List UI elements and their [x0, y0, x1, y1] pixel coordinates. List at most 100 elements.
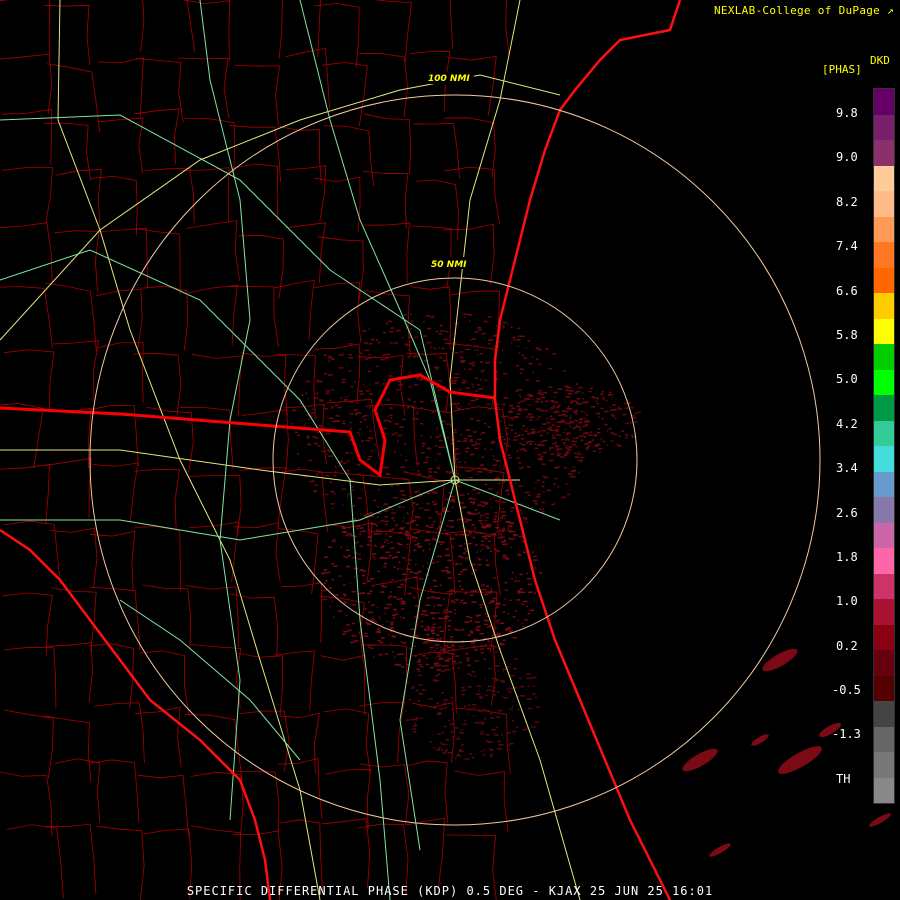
radar-return-cell: [411, 519, 416, 522]
radar-return-cell: [522, 604, 525, 606]
radar-return-cell: [357, 497, 362, 499]
radar-return-cell: [474, 721, 480, 724]
radar-return-cell: [565, 483, 568, 485]
radar-return-cell: [502, 321, 508, 324]
radar-return-cell: [527, 340, 531, 342]
radar-return-cell: [420, 717, 423, 719]
radar-return-cell: [368, 611, 373, 614]
radar-return-cell: [369, 512, 374, 514]
radar-return-cell: [445, 668, 451, 671]
radar-return-cell: [480, 606, 483, 608]
radar-return-cell: [546, 432, 549, 435]
radar-return-cell: [359, 533, 362, 536]
radar-return-cell: [387, 542, 389, 545]
radar-return-cell: [385, 473, 391, 476]
radar-return-cell: [306, 435, 310, 437]
radar-return-cell: [473, 345, 479, 348]
radar-return-cell: [402, 557, 406, 559]
radar-return-cell: [565, 396, 571, 398]
radar-return-cell: [415, 635, 419, 637]
radar-return-cell: [476, 438, 482, 441]
radar-return-cell: [399, 598, 403, 600]
radar-return-cell: [555, 410, 559, 413]
radar-return-cell: [382, 354, 386, 356]
radar-return-cell: [508, 630, 513, 632]
radar-return-cell: [418, 517, 421, 519]
radar-return-cell: [496, 460, 500, 462]
county-line: [98, 342, 144, 403]
radar-return-cell: [472, 385, 474, 388]
radar-return-cell: [446, 400, 448, 403]
radar-return-cell: [475, 398, 479, 400]
radar-return-cell: [606, 444, 608, 446]
radar-return-cell: [331, 507, 334, 509]
radar-return-cell: [566, 411, 569, 413]
radar-return-cell: [431, 524, 434, 526]
radar-return-cell: [465, 528, 468, 531]
legend-tick-label: 4.2: [836, 417, 858, 431]
legend-tick-label: 3.4: [836, 461, 858, 475]
radar-return-cell: [312, 408, 316, 411]
color-scale-segment: [874, 599, 894, 625]
radar-return-cell: [430, 629, 436, 631]
radar-return-cell: [518, 408, 523, 410]
radar-return-cell: [351, 635, 357, 637]
radar-return-cell: [494, 512, 498, 514]
radar-return-cell: [298, 467, 300, 469]
radar-return-cell: [531, 428, 536, 431]
radar-return-cell: [519, 573, 523, 576]
county-line: [358, 354, 406, 416]
radar-return-cell: [540, 456, 544, 458]
radar-return-cell: [376, 606, 379, 609]
radar-return-cell: [320, 572, 326, 574]
radar-return-cell: [430, 630, 434, 633]
radar-return-cell: [359, 390, 364, 392]
radar-return-cell: [473, 590, 478, 592]
radar-return-cell: [364, 349, 369, 352]
radar-return-cell: [507, 543, 509, 545]
radar-return-cell: [435, 511, 439, 513]
radar-return-cell: [513, 733, 515, 735]
radar-return-cell: [376, 525, 378, 527]
radar-return-cell: [439, 584, 442, 587]
radar-return-cell: [409, 370, 412, 373]
radar-return-cell: [435, 445, 438, 447]
radar-return-cell: [362, 416, 365, 418]
radar-return-cell: [480, 730, 484, 733]
radar-return-cell: [524, 518, 528, 521]
radar-return-cell: [631, 436, 633, 439]
radar-return-cell: [399, 616, 401, 619]
radar-return-cell: [460, 360, 466, 362]
radar-return-cell: [502, 611, 505, 613]
radar-return-cell: [508, 417, 513, 419]
radar-return-cell: [368, 357, 372, 359]
radar-return-cell: [479, 378, 482, 381]
radar-return-cell: [435, 330, 439, 333]
radar-return-cell: [601, 391, 604, 393]
radar-return-cell: [413, 549, 417, 552]
radar-return-cell: [344, 531, 347, 534]
radar-return-cell: [428, 517, 432, 519]
legend-tick-label: -0.5: [832, 683, 861, 697]
legend-tick-label: 6.6: [836, 284, 858, 298]
radar-return-cell: [519, 588, 523, 590]
radar-return-cell: [543, 491, 545, 493]
radar-return-cell: [437, 380, 442, 382]
radar-return-cell: [337, 406, 342, 409]
radar-return-cell: [384, 607, 390, 609]
radar-return-cell: [401, 494, 407, 496]
credit-label: NEXLAB-College of DuPage ↗: [713, 4, 894, 17]
radar-return-cell: [420, 625, 424, 628]
radar-return-cell: [405, 568, 409, 570]
radar-return-cell: [327, 546, 333, 548]
radar-return-cell: [347, 554, 351, 557]
radar-return-cell: [492, 597, 498, 600]
radar-return-cell: [434, 649, 437, 651]
external-link-icon[interactable]: ↗: [887, 4, 894, 17]
radar-return-cell: [534, 502, 537, 505]
radar-return-cell: [454, 599, 459, 601]
radar-return-cell: [484, 718, 487, 720]
radar-return-cell: [502, 670, 504, 673]
radar-return-cell: [516, 338, 521, 341]
legend-tick-label: 5.0: [836, 372, 858, 386]
